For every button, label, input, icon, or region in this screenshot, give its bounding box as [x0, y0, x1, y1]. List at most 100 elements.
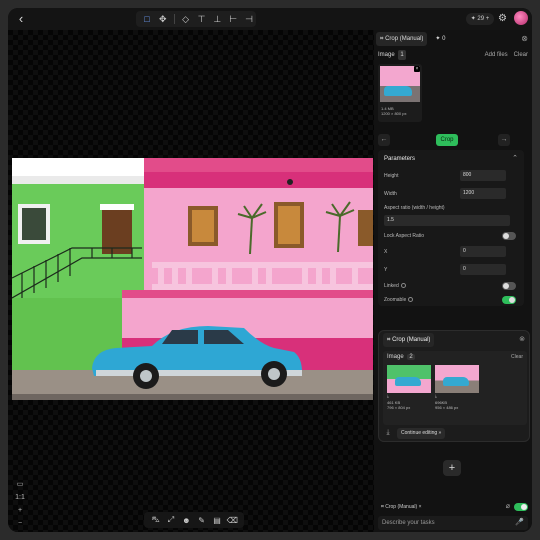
- thumbnail-meta: 1.4 MB 1200 × 800 px: [381, 106, 406, 116]
- bottom-toolbar: ⛍ ⤢ ☻ ✎ ▤ ⌫: [144, 512, 244, 528]
- result-clear-link[interactable]: Clear: [511, 354, 523, 360]
- y-row: Y 0: [384, 264, 516, 276]
- add-step-button[interactable]: +: [443, 460, 461, 476]
- microphone-icon[interactable]: 🎤: [515, 516, 524, 530]
- avatar[interactable]: [514, 11, 528, 25]
- zoomable-label: Zoomable: [384, 297, 407, 303]
- align-center-icon[interactable]: ◇: [179, 12, 193, 26]
- lock-aspect-row: Lock Aspect Ratio: [384, 230, 516, 242]
- parameters-title: Parameters: [384, 156, 416, 162]
- result-count-badge: 2: [407, 354, 415, 360]
- toolbar-divider: [173, 14, 175, 24]
- add-files-link[interactable]: Add files: [485, 50, 508, 60]
- continue-editing-label: Continue editing: [401, 429, 438, 436]
- star-icon: ✦: [470, 16, 476, 22]
- person-icon[interactable]: ☻: [180, 516, 192, 525]
- tab-crop-manual[interactable]: ⌗ Crop (Manual): [376, 32, 428, 46]
- result-thumb-meta: 696KB 956 × 486 px: [435, 400, 458, 410]
- height-label: Height: [384, 173, 399, 179]
- image-count-badge: 1: [398, 50, 406, 60]
- close-card-icon[interactable]: ⊗: [519, 335, 525, 343]
- result-thumb-image: [387, 365, 431, 393]
- download-icon[interactable]: ⤓: [387, 393, 431, 399]
- x-input[interactable]: 0: [460, 246, 506, 257]
- image-header-label: Image: [378, 52, 395, 58]
- chevron-left-icon[interactable]: ‹: [14, 12, 28, 26]
- image-section-header: Image 1 Add files Clear: [378, 50, 528, 60]
- linked-row: Linked: [384, 280, 516, 292]
- clear-link[interactable]: Clear: [514, 50, 528, 60]
- result-card-title[interactable]: ⌗ Crop (Manual): [383, 333, 435, 347]
- task-toggle[interactable]: [514, 503, 528, 511]
- chevron-up-icon[interactable]: ⌃: [512, 154, 518, 162]
- lock-aspect-toggle[interactable]: [502, 232, 516, 240]
- width-input[interactable]: 1200: [460, 188, 506, 199]
- aspect-input[interactable]: 1.5: [384, 215, 510, 226]
- linked-toggle[interactable]: [502, 282, 516, 290]
- zoom-out-button[interactable]: −: [18, 519, 22, 528]
- linked-label: Linked: [384, 283, 399, 289]
- zoomable-row: Zoomable: [384, 294, 516, 306]
- result-thumb-image: [435, 365, 479, 393]
- download-icon[interactable]: ⤓: [435, 393, 479, 399]
- image-header-links: Add files Clear: [485, 50, 528, 60]
- eraser-icon[interactable]: ⌫: [226, 516, 238, 525]
- zoom-in-button[interactable]: +: [18, 506, 22, 515]
- paperclip-icon[interactable]: ⌀: [506, 502, 510, 510]
- task-chip-bar: ⌗ Crop (Manual) × ⌀: [378, 502, 528, 512]
- input-thumbnail[interactable]: × 1.4 MB 1200 × 800 px: [378, 64, 422, 122]
- tab-new-label: 0: [442, 36, 446, 42]
- align-right-icon[interactable]: ⊣: [242, 12, 256, 26]
- gear-icon[interactable]: ⚙: [498, 12, 507, 26]
- zoom-reset[interactable]: 1:1: [15, 493, 25, 502]
- parameters-section: Parameters ⌃ Height 800 Width 1200 Aspec…: [378, 150, 524, 306]
- remove-thumb-icon[interactable]: ×: [414, 66, 420, 72]
- height-row: Height 800: [384, 170, 516, 182]
- tab-new[interactable]: ✦ 0: [431, 32, 449, 46]
- align-top-icon[interactable]: ⊤: [195, 12, 209, 26]
- plus-icon: +: [485, 16, 490, 22]
- crop-step-pill[interactable]: Crop: [436, 134, 458, 146]
- aspect-label: Aspect ratio (width / height): [384, 205, 445, 211]
- task-chip[interactable]: ⌗ Crop (Manual) ×: [378, 502, 425, 512]
- edited-photo[interactable]: [12, 158, 373, 400]
- y-label: Y: [384, 267, 388, 273]
- image-canvas[interactable]: ▭ 1:1 + − ⛍ ⤢ ☻ ✎ ▤ ⌫: [8, 30, 374, 532]
- close-panel-icon[interactable]: ⊗: [521, 34, 528, 43]
- transform-toolgroup: □ ✥ ◇ ⊤ ⊥ ⊢ ⊣: [136, 11, 256, 27]
- expand-icon[interactable]: ⤢: [165, 515, 177, 525]
- arrow-left-icon[interactable]: ←: [378, 134, 390, 146]
- arrow-right-icon[interactable]: →: [498, 134, 510, 146]
- thumb-dims: 1200 × 800 px: [381, 111, 407, 116]
- layers-icon[interactable]: ▤: [211, 516, 223, 525]
- crop-icon[interactable]: □: [140, 12, 154, 26]
- result-images: Image 2 Clear ⤓ 461 KB 796 × 804 px ⤓ 69…: [383, 351, 527, 425]
- align-left-icon[interactable]: ⊢: [226, 12, 240, 26]
- result-thumb-2[interactable]: ⤓ 696KB 956 × 486 px: [435, 365, 479, 413]
- fit-icon[interactable]: ▭: [17, 480, 24, 489]
- y-input[interactable]: 0: [460, 264, 506, 275]
- download-icon[interactable]: ⤓: [383, 429, 393, 437]
- result-thumb-1[interactable]: ⤓ 461 KB 796 × 804 px: [387, 365, 431, 413]
- height-input[interactable]: 800: [460, 170, 506, 181]
- zoomable-toggle[interactable]: [502, 296, 516, 304]
- result-image-header: Image 2: [387, 354, 415, 360]
- move-icon[interactable]: ✥: [156, 12, 170, 26]
- zoom-controls: ▭ 1:1 + −: [14, 480, 26, 528]
- brush-icon[interactable]: ✎: [196, 516, 208, 525]
- width-row: Width 1200: [384, 188, 516, 200]
- result-dims: 956 × 486 px: [435, 405, 459, 410]
- result-title-label: Crop (Manual): [392, 337, 431, 343]
- car-icon[interactable]: ⛍: [150, 515, 162, 525]
- task-input[interactable]: Describe your tasks 🎤: [378, 516, 528, 530]
- x-label: X: [384, 249, 388, 255]
- continue-editing-button[interactable]: Continue editing »: [397, 427, 446, 439]
- credits-counter[interactable]: ✦ 29 +: [466, 13, 494, 25]
- x-row: X 0: [384, 246, 516, 258]
- task-chip-label: Crop (Manual): [385, 504, 418, 510]
- align-bottom-icon[interactable]: ⊥: [210, 12, 224, 26]
- double-chevron-icon: »: [438, 429, 442, 436]
- close-icon[interactable]: ×: [419, 504, 422, 510]
- aspect-label-row: Aspect ratio (width / height): [384, 202, 516, 214]
- top-toolbar: ‹ □ ✥ ◇ ⊤ ⊥ ⊢ ⊣ ✦ 29 + ⚙: [8, 8, 532, 30]
